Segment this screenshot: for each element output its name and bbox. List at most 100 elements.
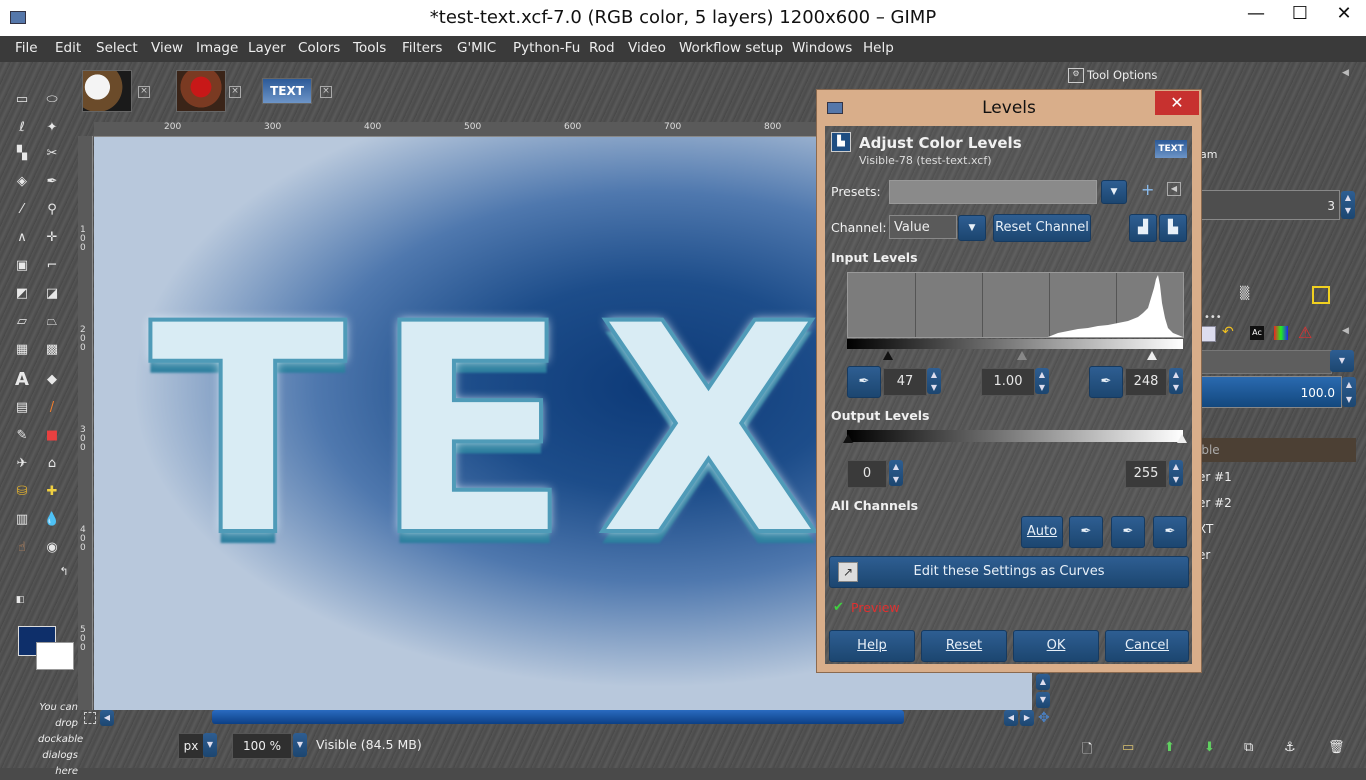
blur-icon[interactable]: 💧 (42, 510, 62, 530)
flip-icon[interactable]: ▦ (12, 340, 32, 360)
tool-options-tab[interactable]: Tool Options (1087, 68, 1157, 82)
raise-layer-icon[interactable]: ⬆ (1164, 740, 1175, 755)
edit-as-curves-button[interactable]: ↗ Edit these Settings as Curves (829, 556, 1189, 588)
new-group-icon[interactable]: ▭ (1122, 740, 1134, 755)
input-high-handle[interactable] (1147, 351, 1157, 360)
ok-button[interactable]: OK (1013, 630, 1099, 662)
zoom-field[interactable]: 100 % (232, 733, 292, 759)
scroll-up-icon[interactable]: ▲ (1036, 674, 1050, 690)
pick-white-all-icon[interactable]: ✒ (1153, 516, 1187, 548)
dialog-title-bar[interactable]: Levels ✕ (817, 90, 1201, 124)
paths-icon[interactable]: ✒ (42, 172, 62, 192)
output-high-spin[interactable]: 255 (1125, 460, 1167, 488)
delete-layer-icon[interactable]: 🗑 (1328, 740, 1345, 755)
ink-icon[interactable]: ⌂ (42, 454, 62, 474)
input-gamma-handle[interactable] (1017, 351, 1027, 360)
opacity-slider[interactable]: 100.0 (1200, 376, 1342, 408)
horizontal-scrollbar[interactable] (212, 710, 904, 724)
quick-mask-toggle-icon[interactable] (84, 712, 96, 724)
menu-image[interactable]: Image (196, 40, 238, 56)
menu-select[interactable]: Select (96, 40, 138, 56)
rotate-icon[interactable]: ◩ (12, 284, 32, 304)
lock-pixels-icon[interactable] (1200, 326, 1216, 342)
unit-dropdown-icon[interactable]: ▼ (203, 733, 217, 757)
preset-menu-icon[interactable]: ◀ (1167, 182, 1181, 196)
navigate-icon[interactable]: ✥ (1038, 710, 1050, 726)
rect-select-icon[interactable]: ▭ (12, 90, 32, 110)
input-high-spin[interactable]: 248 (1125, 368, 1167, 396)
linear-histogram-icon[interactable]: ▟ (1129, 214, 1157, 242)
blend-icon[interactable]: ▤ (12, 398, 32, 418)
text-tool-icon[interactable]: A (12, 370, 32, 390)
duplicate-layer-icon[interactable]: ⧉ (1244, 740, 1253, 755)
foreground-select-icon[interactable]: ◈ (12, 172, 32, 192)
dock-menu-icon[interactable]: ◀ (1342, 326, 1349, 336)
swap-colors-icon[interactable]: ↰ (54, 562, 74, 582)
scroll-left-icon[interactable]: ◀ (1004, 710, 1018, 726)
scroll-left-icon[interactable]: ◀ (100, 710, 114, 726)
log-histogram-icon[interactable]: ▙ (1159, 214, 1187, 242)
scroll-down-icon[interactable]: ▼ (1036, 692, 1050, 708)
dialog-close-button[interactable]: ✕ (1155, 91, 1199, 115)
close-icon[interactable]: × (229, 86, 241, 98)
menu-colors[interactable]: Colors (298, 40, 340, 56)
image-tab-roses-thumbnail[interactable] (176, 70, 226, 112)
layer-name[interactable]: er #2 (1198, 496, 1232, 510)
ellipse-select-icon[interactable]: ⬭ (42, 90, 62, 110)
pick-white-point-icon[interactable]: ✒ (1089, 366, 1123, 398)
crop-icon[interactable]: ⌐ (42, 256, 62, 276)
output-low-spin[interactable]: 0 (847, 460, 887, 488)
spin-arrows-icon[interactable]: ▲ ▼ (1341, 191, 1355, 219)
menu-python-fu[interactable]: Python-Fu (513, 40, 580, 56)
auto-button[interactable]: Auto (1021, 516, 1063, 548)
text-layer-icon[interactable]: Ac (1250, 326, 1264, 340)
spin-arrows-icon[interactable]: ▲ ▼ (889, 460, 903, 486)
image-tab-text-thumbnail[interactable]: TEXT (262, 78, 312, 104)
color-select-icon[interactable]: ▚ (12, 144, 32, 164)
scroll-right-icon[interactable]: ▶ (1020, 710, 1034, 726)
menu-layer[interactable]: Layer (248, 40, 286, 56)
input-gamma-spin[interactable]: 1.00 (981, 368, 1035, 396)
zoom-icon[interactable]: ⚲ (42, 200, 62, 220)
unit-selector[interactable]: px (178, 733, 204, 759)
preview-checkbox[interactable]: ✔ (833, 600, 844, 615)
zoom-dropdown-icon[interactable]: ▼ (293, 733, 307, 757)
scissors-select-icon[interactable]: ✂ (42, 144, 62, 164)
menu-tools[interactable]: Tools (353, 40, 386, 56)
undo-history-icon[interactable]: ↶ (1222, 324, 1234, 340)
clone-icon[interactable]: ⛁ (12, 482, 32, 502)
menu-help[interactable]: Help (863, 40, 894, 56)
opacity-spin-icon[interactable]: ▲ ▼ (1342, 377, 1356, 407)
perspective-clone-icon[interactable]: ▥ (12, 510, 32, 530)
new-layer-icon[interactable]: 🗋 (1082, 740, 1092, 762)
cage-transform-icon[interactable]: ▩ (42, 340, 62, 360)
preview-label[interactable]: Preview (851, 600, 900, 615)
spin-arrows-icon[interactable]: ▲ ▼ (1169, 368, 1183, 394)
input-low-spin[interactable]: 47 (883, 368, 927, 396)
reset-channel-button[interactable]: Reset Channel (993, 214, 1091, 242)
layer-mode-field[interactable] (1200, 350, 1332, 374)
minimize-button[interactable]: — (1234, 0, 1278, 30)
add-preset-icon[interactable]: + (1141, 180, 1154, 199)
presets-dropdown-icon[interactable]: ▼ (1101, 180, 1127, 204)
menu-workflow-setup[interactable]: Workflow setup (679, 40, 783, 56)
help-button[interactable]: Help (829, 630, 915, 662)
background-color-swatch[interactable] (36, 642, 74, 670)
reset-button[interactable]: Reset (921, 630, 1007, 662)
spin-arrows-icon[interactable]: ▲ ▼ (927, 368, 941, 394)
menu-edit[interactable]: Edit (55, 40, 81, 56)
menu-view[interactable]: View (151, 40, 183, 56)
output-high-handle[interactable] (1177, 434, 1187, 443)
heal-icon[interactable]: ✚ (42, 482, 62, 502)
spin-arrows-icon[interactable]: ▲ ▼ (1169, 460, 1183, 486)
bucket-fill-icon[interactable]: ◆ (42, 370, 62, 390)
dock-menu-icon[interactable]: ◀ (1342, 68, 1349, 78)
align-icon[interactable]: ▣ (12, 256, 32, 276)
image-tab-eagle-thumbnail[interactable] (82, 70, 132, 112)
close-button[interactable]: ✕ (1322, 0, 1366, 30)
pick-black-all-icon[interactable]: ✒ (1069, 516, 1103, 548)
default-colors-icon[interactable]: ◧ (10, 590, 30, 610)
layer-name[interactable]: er #1 (1198, 470, 1232, 484)
menu-rod[interactable]: Rod (589, 40, 615, 56)
free-select-icon[interactable]: ℓ (12, 118, 32, 138)
